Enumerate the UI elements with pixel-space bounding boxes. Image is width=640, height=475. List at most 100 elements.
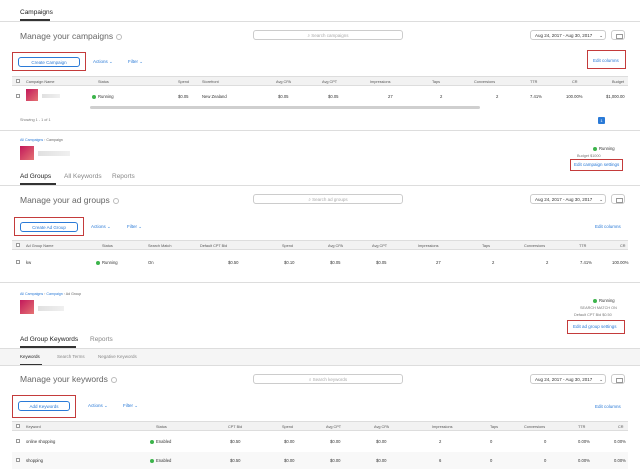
subtab-search-terms[interactable]: Search Terms [57, 354, 85, 359]
breadcrumb-link[interactable]: All Campaigns [20, 292, 43, 296]
subtab-bar: Keywords Search Terms Negative Keywords [0, 348, 640, 366]
column-header[interactable]: Status [102, 244, 113, 248]
cell-cr: 0.00% [614, 439, 626, 444]
cpt-bid-info: Default CPT Bid $0.50 [574, 313, 612, 317]
row-checkbox[interactable] [16, 439, 20, 443]
calendar-icon[interactable] [611, 374, 625, 384]
page-button[interactable]: 1 [598, 117, 605, 124]
column-header[interactable]: Conversions [474, 80, 495, 84]
search-input[interactable]: ⌕ Search campaigns [253, 30, 403, 40]
cell-cpt-bid: $0.50 [230, 439, 241, 444]
filter-menu[interactable]: Filter ⌄ [123, 403, 138, 409]
column-header[interactable]: Keyword [26, 425, 41, 429]
filter-menu[interactable]: Filter ⌄ [127, 224, 142, 230]
create-ad-group-button[interactable]: Create Ad Group [20, 222, 78, 232]
column-header[interactable]: TTR [578, 425, 585, 429]
tab-reports[interactable]: Reports [90, 336, 113, 343]
select-all-checkbox[interactable] [16, 424, 20, 428]
table-header: Campaign Name Status Spend Storefront Av… [12, 76, 628, 86]
column-header[interactable]: Avg CPA [374, 425, 389, 429]
column-header[interactable]: TTR [579, 244, 586, 248]
column-header[interactable]: Spend [282, 244, 293, 248]
column-header[interactable]: Taps [432, 80, 440, 84]
column-header[interactable]: Impressions [418, 244, 438, 248]
horizontal-scrollbar[interactable] [90, 106, 480, 109]
actions-menu[interactable]: Actions ⌄ [88, 403, 108, 409]
select-all-checkbox[interactable] [16, 79, 20, 83]
filter-menu[interactable]: Filter ⌄ [128, 59, 143, 65]
subtab-keywords[interactable]: Keywords [20, 354, 40, 359]
subtab-negative-keywords[interactable]: Negative Keywords [98, 354, 137, 359]
column-header[interactable]: Avg CPT [322, 80, 337, 84]
column-header[interactable]: Avg CPT [326, 425, 341, 429]
table-row[interactable]: online shopping Enabled $0.50 $0.00 $0.0… [12, 434, 628, 450]
column-header[interactable]: CR [620, 244, 625, 248]
cell-cr: 100.00% [612, 260, 629, 265]
cell-spend: $0.00 [284, 439, 295, 444]
search-input[interactable]: ⌕ Search ad groups [253, 194, 403, 204]
edit-columns-link[interactable]: Edit columns [593, 58, 619, 63]
pagination-summary: Showing 1 - 1 of 1 [20, 118, 51, 122]
edit-columns-link[interactable]: Edit columns [595, 224, 621, 229]
column-header[interactable]: CR [572, 80, 577, 84]
tab-campaigns[interactable]: Campaigns [20, 9, 53, 16]
calendar-icon[interactable] [611, 30, 625, 40]
search-input[interactable]: ⌕ Search keywords [253, 374, 403, 384]
cell-cr: 100.00% [566, 94, 583, 99]
column-header[interactable]: Conversions [524, 244, 545, 248]
column-header[interactable]: Budget [612, 80, 624, 84]
column-header[interactable]: CPT Bid [228, 425, 242, 429]
column-header[interactable]: Status [98, 80, 109, 84]
column-header[interactable]: Impressions [432, 425, 452, 429]
select-all-checkbox[interactable] [16, 243, 20, 247]
cell-cpt-bid: $0.50 [230, 458, 241, 463]
tab-all-keywords[interactable]: All Keywords [64, 173, 102, 180]
column-header[interactable]: Avg CPA [276, 80, 291, 84]
chevron-down-icon: ⌄ [107, 224, 111, 229]
calendar-icon[interactable] [611, 194, 625, 204]
cell-ttr: 7.41% [530, 94, 542, 99]
actions-menu[interactable]: Actions ⌄ [91, 224, 111, 230]
column-header[interactable]: Campaign Name [26, 80, 55, 84]
edit-ad-group-settings-link[interactable]: Edit ad group settings [573, 324, 617, 329]
column-header[interactable]: Status [156, 425, 167, 429]
column-header[interactable]: Search Match [148, 244, 171, 248]
column-header[interactable]: Storefront [202, 80, 219, 84]
date-range-picker[interactable]: Aug 24, 2017 - Aug 30, 2017 ⌄ [530, 374, 606, 384]
column-header[interactable]: Impressions [370, 80, 390, 84]
column-header[interactable]: Default CPT Bid [200, 244, 227, 248]
row-checkbox[interactable] [16, 260, 20, 264]
edit-campaign-settings-link[interactable]: Edit campaign settings [574, 162, 619, 167]
add-keywords-button[interactable]: Add Keywords [18, 401, 70, 411]
cell-keyword: online shopping [26, 439, 56, 444]
page-title: Manage your ad groups [20, 195, 119, 205]
column-header[interactable]: TTR [530, 80, 537, 84]
breadcrumb-link[interactable]: All Campaigns [20, 138, 43, 142]
column-header[interactable]: Avg CPA [328, 244, 343, 248]
tab-ad-groups[interactable]: Ad Groups [20, 173, 51, 180]
cell-impressions: 27 [436, 260, 441, 265]
date-range-picker[interactable]: Aug 24, 2017 - Aug 30, 2017 ⌄ [530, 30, 606, 40]
column-header[interactable]: Taps [482, 244, 490, 248]
column-header[interactable]: CR [618, 425, 623, 429]
create-campaign-button[interactable]: Create Campaign [18, 57, 80, 67]
table-row[interactable]: Running $0.05 New Zealand $0.05 $0.05 27… [12, 86, 628, 104]
row-checkbox[interactable] [16, 94, 20, 98]
column-header[interactable]: Spend [178, 80, 189, 84]
cell-spend: $0.05 [178, 94, 189, 99]
table-row[interactable]: shopping Enabled $0.50 $0.00 $0.00 $0.00… [12, 452, 628, 469]
edit-columns-link[interactable]: Edit columns [595, 404, 621, 409]
cell-ad-group-name[interactable]: kw [26, 260, 31, 265]
column-header[interactable]: Spend [282, 425, 293, 429]
column-header[interactable]: Taps [490, 425, 498, 429]
tab-reports[interactable]: Reports [112, 173, 135, 180]
column-header[interactable]: Conversions [524, 425, 545, 429]
tab-ad-group-keywords[interactable]: Ad Group Keywords [20, 336, 78, 343]
column-header[interactable]: Ad Group Name [26, 244, 53, 248]
date-range-picker[interactable]: Aug 24, 2017 - Aug 30, 2017 ⌄ [530, 194, 606, 204]
breadcrumb-link[interactable]: Campaign [46, 292, 62, 296]
actions-menu[interactable]: Actions ⌄ [93, 59, 113, 65]
row-checkbox[interactable] [16, 458, 20, 462]
column-header[interactable]: Avg CPT [372, 244, 387, 248]
table-row[interactable]: kw Running On $0.50 $0.10 $0.05 $0.05 27… [12, 254, 629, 270]
